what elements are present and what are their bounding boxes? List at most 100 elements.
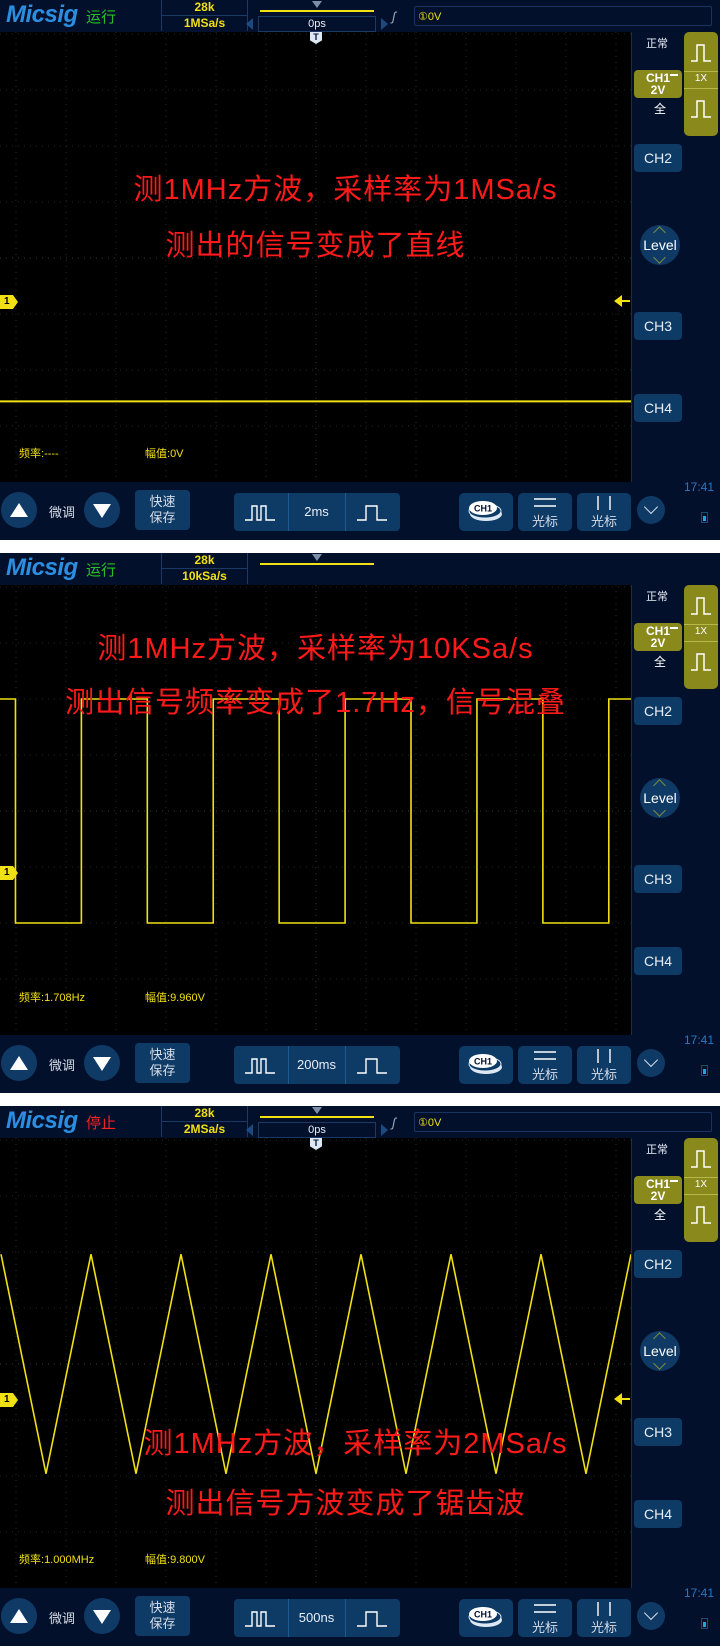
timebase-slower-button[interactable] [346, 1599, 400, 1637]
fine-down-button[interactable] [84, 1045, 120, 1081]
probe-ratio[interactable]: 1X [684, 626, 718, 637]
trigger-mode[interactable]: 正常 [646, 35, 668, 51]
delay-right-arrow-icon[interactable] [381, 18, 388, 30]
level-knob[interactable]: Level [640, 1331, 680, 1371]
ch1-stack-icon: CH1 [468, 1054, 502, 1074]
right-side-panel: 正常 1X CH1 2V 全 CH2 Level CH3 CH4 [632, 32, 720, 482]
run-stop-status[interactable]: 运行 [86, 6, 116, 27]
waveform-display[interactable]: T 1 测1MHz方波，采样率为1MSa/s 测出的信号变成了直线 频率:---… [0, 32, 632, 482]
top-status-bar: Micsig 运行 28k 1MSa/s 0ps ʃ ①0V [0, 0, 720, 32]
expand-menu-button[interactable] [637, 1049, 665, 1077]
vertical-cursor-button[interactable]: 光标 [577, 1599, 631, 1637]
divider [684, 641, 718, 642]
level-knob[interactable]: Level [640, 778, 680, 818]
timebase-faster-button[interactable] [234, 1599, 288, 1637]
ch3-button[interactable]: CH3 [634, 312, 682, 340]
level-down-icon [653, 804, 666, 817]
ch3-button[interactable]: CH3 [634, 1418, 682, 1446]
right-side-panel: 正常 1X CH1 2V 全 CH2 Level CH3 CH4 [632, 1138, 720, 1588]
trigger-level-readout[interactable]: ①0V [414, 6, 712, 26]
acquisition-info[interactable]: 28k 2MSa/s [161, 1106, 248, 1137]
timebase-value[interactable]: 200ms [288, 1046, 345, 1084]
quick-save-button[interactable]: 快速 保存 [135, 1043, 190, 1083]
horizontal-cursor-icon [534, 1604, 556, 1613]
trigger-level-readout[interactable]: ①0V [414, 1112, 712, 1132]
arrow-up-icon [10, 1056, 28, 1070]
waveform-display[interactable]: T 1 测1MHz方波，采样率为10KSa/s 测出信号频率变成了1.7Hz，信… [0, 585, 632, 1035]
vertical-cursor-icon [597, 1602, 611, 1616]
horizontal-delay[interactable]: 0ps [258, 1122, 376, 1138]
timebase-slower-button[interactable] [346, 1046, 400, 1084]
delay-right-arrow-icon[interactable] [381, 1124, 388, 1136]
sample-rate: 1MSa/s [183, 16, 226, 30]
quick-save-button[interactable]: 快速 保存 [135, 1596, 190, 1636]
horizontal-position[interactable] [258, 553, 376, 584]
waveform-display[interactable]: T 1 测1MHz方波，采样率为2MSa/s 测出信号方波变成了锯齿波 频率:1… [0, 1138, 632, 1588]
trigger-type-selector[interactable]: 1X [684, 585, 718, 689]
timebase-faster-button[interactable] [234, 493, 288, 531]
timebase-value[interactable]: 2ms [288, 493, 345, 531]
horizontal-position[interactable]: 0ps [246, 1106, 388, 1138]
run-stop-status[interactable]: 停止 [86, 1112, 116, 1133]
probe-ratio[interactable]: 1X [684, 1179, 718, 1190]
level-knob[interactable]: Level [640, 225, 680, 265]
delay-left-arrow-icon[interactable] [246, 18, 253, 30]
trigger-position-icon [312, 554, 322, 561]
arrow-stem [622, 300, 630, 302]
timebase-faster-button[interactable] [234, 1046, 288, 1084]
horizontal-cursor-button[interactable]: 光标 [518, 1046, 572, 1084]
fine-down-button[interactable] [84, 1598, 120, 1634]
ch1-button[interactable]: CH1 2V [634, 70, 682, 98]
pulse-icon [691, 653, 711, 671]
fine-adjust-label: 微调 [49, 1611, 76, 1626]
trigger-mode[interactable]: 正常 [646, 1141, 668, 1157]
ch1-button[interactable]: CH1 2V [634, 1176, 682, 1204]
pulse-icon [691, 1150, 711, 1168]
ch4-button[interactable]: CH4 [634, 1500, 682, 1528]
horizontal-position[interactable]: 0ps [246, 0, 388, 32]
level-down-icon [653, 251, 666, 264]
multi-pulse-icon [245, 1058, 275, 1074]
acquisition-info[interactable]: 28k 10kSa/s [161, 553, 248, 584]
ch4-button[interactable]: CH4 [634, 947, 682, 975]
vertical-cursor-button[interactable]: 光标 [577, 1046, 631, 1084]
ch3-button[interactable]: CH3 [634, 865, 682, 893]
delay-left-arrow-icon[interactable] [246, 1124, 253, 1136]
trigger-type-selector[interactable]: 1X [684, 32, 718, 136]
arrow-down-icon [93, 1057, 111, 1071]
memory-window-bar [260, 10, 374, 12]
trigger-type-selector[interactable]: 1X [684, 1138, 718, 1242]
channel-select-button[interactable]: CH1 [459, 493, 513, 531]
fine-up-button[interactable] [1, 1045, 37, 1081]
fine-up-button[interactable] [1, 492, 37, 528]
frequency-value: 1.708Hz [44, 992, 86, 1004]
ch2-button[interactable]: CH2 [634, 697, 682, 725]
horizontal-delay[interactable]: 0ps [258, 16, 376, 32]
timebase-slower-button[interactable] [346, 493, 400, 531]
fine-down-button[interactable] [84, 492, 120, 528]
ch4-button[interactable]: CH4 [634, 394, 682, 422]
run-stop-status[interactable]: 运行 [86, 559, 116, 580]
frequency-measurement: 频率:1.000MHz [19, 1551, 94, 1567]
expand-menu-button[interactable] [637, 496, 665, 524]
ch2-button[interactable]: CH2 [634, 144, 682, 172]
ch2-button[interactable]: CH2 [634, 1250, 682, 1278]
trigger-edge-icon[interactable]: ʃ [392, 9, 396, 24]
ch1-button[interactable]: CH1 2V [634, 623, 682, 651]
channel-select-button[interactable]: CH1 [459, 1046, 513, 1084]
trigger-mode[interactable]: 正常 [646, 588, 668, 604]
channel-select-button[interactable]: CH1 [459, 1599, 513, 1637]
acquisition-info[interactable]: 28k 1MSa/s [161, 0, 248, 31]
expand-menu-button[interactable] [637, 1602, 665, 1630]
fine-up-button[interactable] [1, 1598, 37, 1634]
level-label: Level [643, 790, 677, 806]
horizontal-cursor-button[interactable]: 光标 [518, 493, 572, 531]
quick-save-button[interactable]: 快速 保存 [135, 490, 190, 530]
vertical-cursor-button[interactable]: 光标 [577, 493, 631, 531]
probe-ratio[interactable]: 1X [684, 73, 718, 84]
fine-adjust-label: 微调 [49, 1058, 76, 1073]
right-side-panel: 正常 1X CH1 2V 全 CH2 Level CH3 CH4 [632, 585, 720, 1035]
timebase-value[interactable]: 500ns [288, 1599, 345, 1637]
trigger-edge-icon[interactable]: ʃ [392, 1115, 396, 1130]
horizontal-cursor-button[interactable]: 光标 [518, 1599, 572, 1637]
